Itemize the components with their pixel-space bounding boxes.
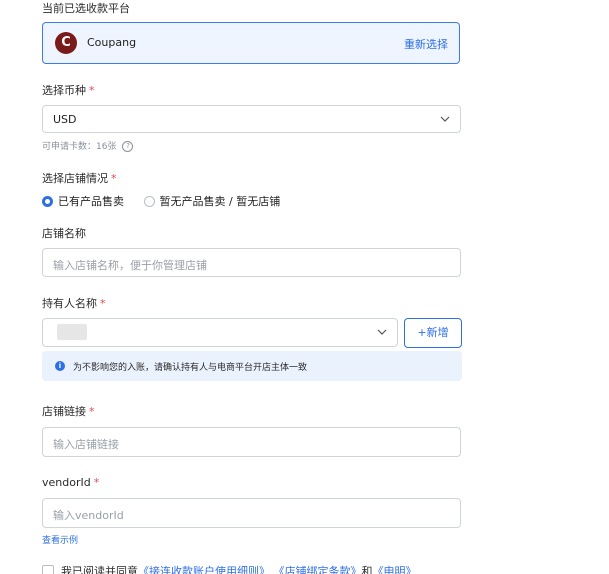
help-icon[interactable]: ? — [122, 141, 134, 152]
vendor-id-label: vendorId * — [42, 476, 100, 489]
required-mark: * — [111, 172, 117, 185]
chevron-down-icon — [377, 329, 387, 335]
radio-no-products[interactable]: 暂无产品售卖 / 暂无店铺 — [143, 193, 280, 209]
selected-platform-card: C Coupang 重新选择 — [42, 22, 460, 64]
selected-platform-title: 当前已选收款平台 — [42, 2, 130, 15]
agreement-checkbox[interactable] — [42, 565, 54, 574]
store-status-label: 选择店铺情况 * — [42, 172, 117, 185]
info-icon: i — [55, 361, 65, 371]
add-holder-button[interactable]: +新增 — [404, 318, 462, 348]
required-mark: * — [89, 84, 95, 97]
vendor-id-input[interactable]: 输入vendorId — [42, 498, 461, 528]
radio-checked-icon — [42, 195, 53, 207]
view-example-link[interactable]: 查看示例 — [42, 533, 78, 546]
agreement-row: 我已阅读并同意《接连收款账户使用细则》 《店铺绑定条款》和《申明》 — [42, 563, 417, 574]
currency-label: 选择币种 * — [42, 84, 95, 97]
platform-name: Coupang — [87, 36, 137, 49]
payment-form-page: 当前已选收款平台 C Coupang 重新选择 选择币种 * USD 可申请卡数：… — [0, 0, 609, 574]
coupang-logo-icon: C — [55, 32, 77, 54]
store-name-input[interactable]: 输入店铺名称，便于你管理店铺 — [42, 248, 461, 277]
currency-select[interactable]: USD — [42, 105, 461, 133]
card-quota-hint: 可申请卡数：16张? — [42, 139, 134, 152]
terms-link-2[interactable]: 《店铺绑定条款》 — [274, 565, 362, 574]
reselect-platform-link[interactable]: 重新选择 — [404, 36, 448, 52]
radio-unchecked-icon — [143, 195, 155, 207]
currency-value: USD — [53, 113, 77, 126]
required-mark: * — [100, 297, 106, 310]
store-link-placeholder: 输入店铺链接 — [53, 438, 119, 451]
terms-link-1[interactable]: 《接连收款账户使用细则》 — [138, 565, 270, 574]
vendor-id-placeholder: 输入vendorId — [53, 509, 124, 522]
radio-has-products[interactable]: 已有产品售卖 — [42, 193, 124, 209]
chevron-down-icon — [440, 116, 450, 122]
store-status-radio-group: 已有产品售卖 暂无产品售卖 / 暂无店铺 — [42, 193, 296, 209]
holder-notice: i 为不影响您的入账，请确认持有人与电商平台开店主体一致 — [42, 351, 462, 381]
holder-notice-text: 为不影响您的入账，请确认持有人与电商平台开店主体一致 — [73, 363, 308, 373]
store-link-input[interactable]: 输入店铺链接 — [42, 427, 461, 457]
store-name-label: 店铺名称 — [42, 227, 86, 240]
store-link-label: 店铺链接 * — [42, 405, 95, 418]
holder-name-select[interactable] — [42, 318, 398, 347]
redacted-holder-name — [57, 324, 87, 340]
required-mark: * — [93, 476, 100, 489]
holder-name-label: 持有人名称 * — [42, 297, 106, 310]
store-name-placeholder: 输入店铺名称，便于你管理店铺 — [53, 259, 207, 272]
terms-link-3[interactable]: 《申明》 — [373, 565, 417, 574]
required-mark: * — [89, 405, 95, 418]
